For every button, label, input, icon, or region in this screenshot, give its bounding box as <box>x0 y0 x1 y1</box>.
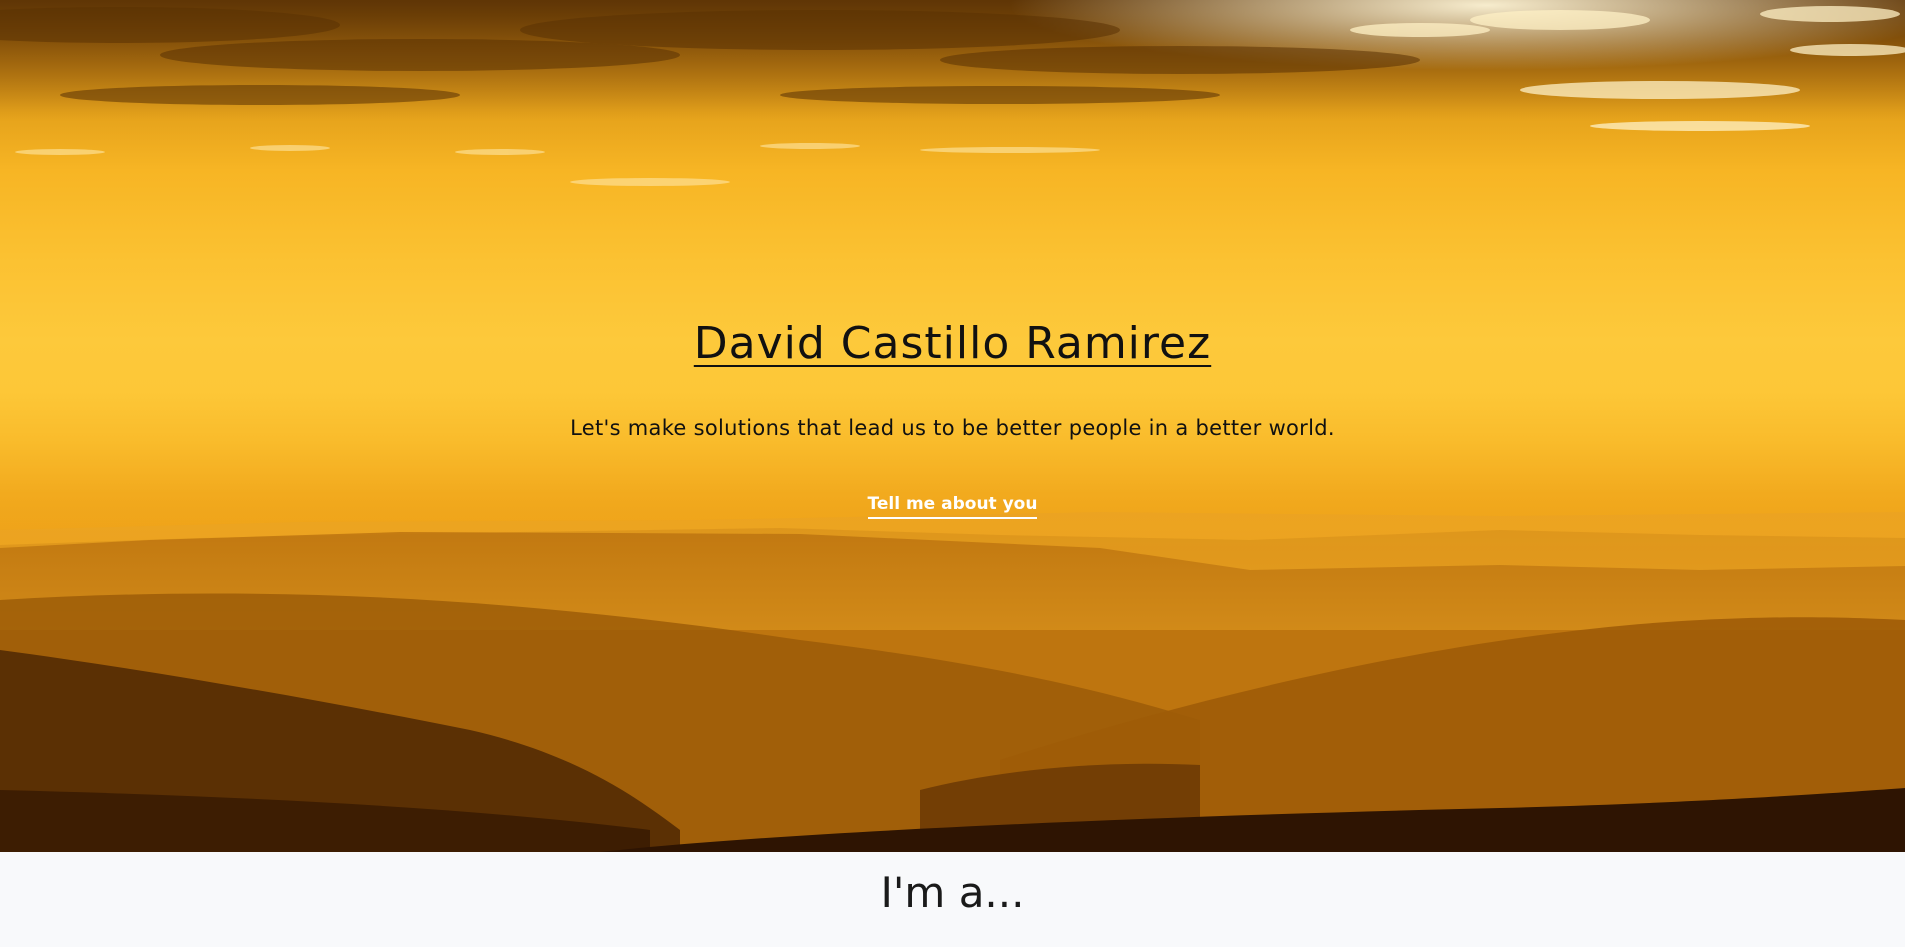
hero-title[interactable]: David Castillo Ramirez <box>0 318 1905 369</box>
hero-section: David Castillo Ramirez Let's make soluti… <box>0 0 1905 852</box>
about-heading: I'm a... <box>880 868 1025 917</box>
hero-content: David Castillo Ramirez Let's make soluti… <box>0 0 1905 852</box>
hero-cta-container: Tell me about you <box>0 494 1905 519</box>
page: David Castillo Ramirez Let's make soluti… <box>0 0 1905 947</box>
tell-me-about-you-link[interactable]: Tell me about you <box>867 494 1038 519</box>
hero-tagline: Let's make solutions that lead us to be … <box>570 416 1335 440</box>
